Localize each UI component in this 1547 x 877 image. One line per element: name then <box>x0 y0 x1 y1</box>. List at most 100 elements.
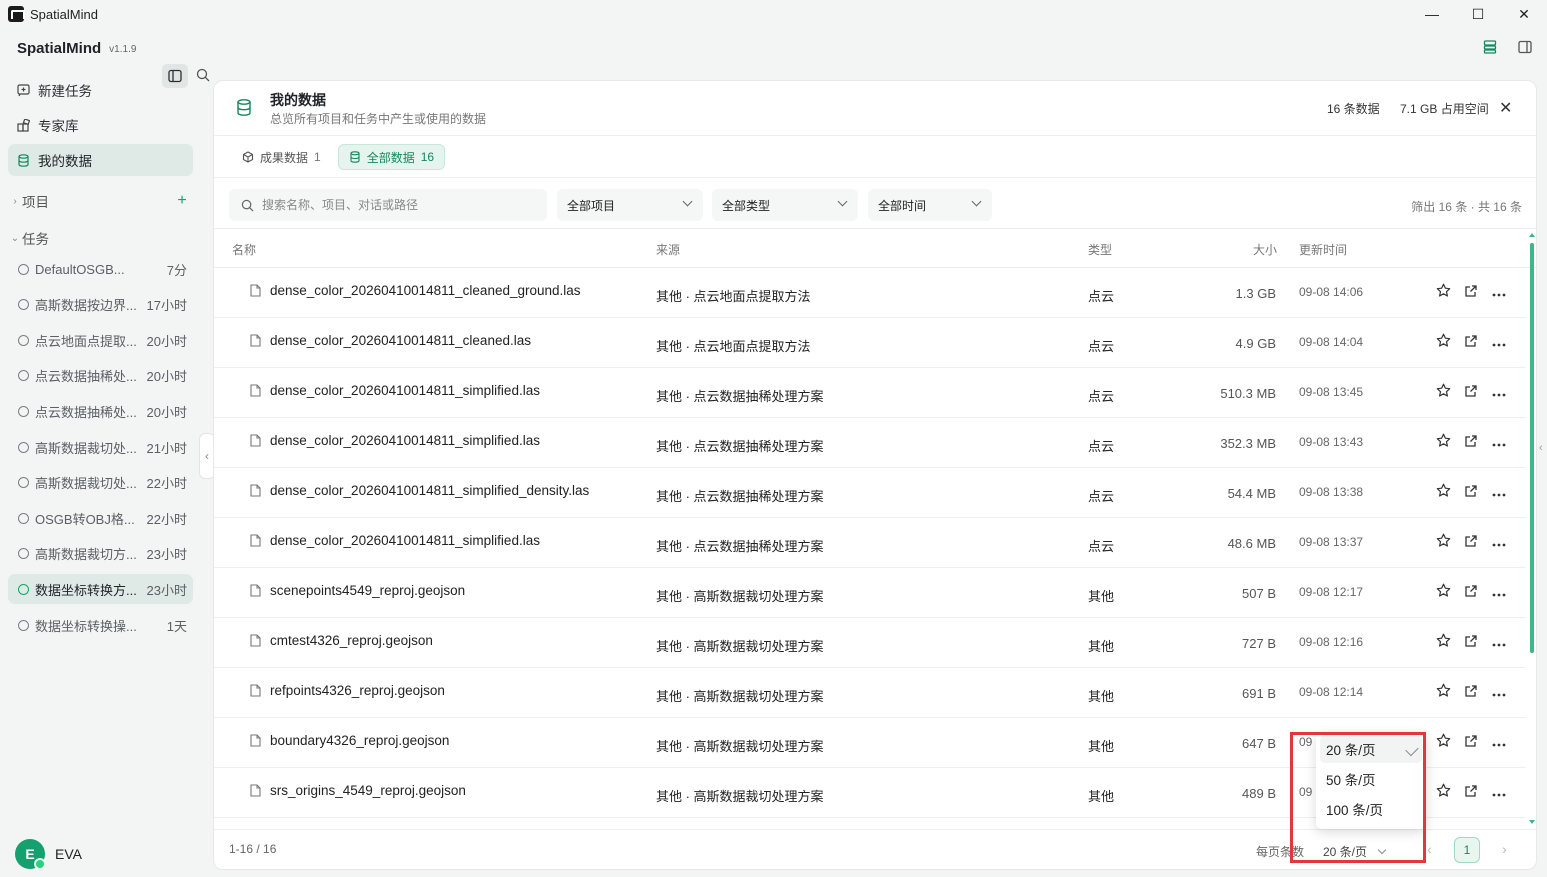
maximize-button[interactable]: ☐ <box>1455 0 1501 28</box>
more-button[interactable] <box>1490 333 1508 351</box>
time-filter-select[interactable]: 全部时间 <box>868 189 992 221</box>
next-page-button[interactable]: › <box>1502 841 1507 857</box>
more-button[interactable] <box>1490 283 1508 301</box>
page-number-button[interactable]: 1 <box>1454 837 1480 863</box>
more-button[interactable] <box>1490 583 1508 601</box>
table-row[interactable]: refpoints4326_reproj.geojson 其他 · 高斯数据裁切处… <box>214 668 1526 718</box>
file-name[interactable]: dense_color_20260410014811_simplified.la… <box>270 433 540 448</box>
column-name[interactable]: 名称 <box>232 241 256 258</box>
more-button[interactable] <box>1490 783 1508 801</box>
open-button[interactable] <box>1462 533 1480 551</box>
task-item[interactable]: 点云数据抽稀处... 20小时 <box>8 361 193 391</box>
task-item[interactable]: OSGB转OBJ格... 22小时 <box>8 503 193 533</box>
table-row[interactable]: dense_color_20260410014811_simplified.la… <box>214 418 1526 468</box>
scroll-thumb[interactable] <box>1530 243 1534 653</box>
task-item[interactable]: 数据坐标转换方... 23小时 <box>8 574 193 605</box>
close-window-button[interactable]: ✕ <box>1501 0 1547 28</box>
file-name[interactable]: dense_color_20260410014811_cleaned.las <box>270 333 531 348</box>
task-item[interactable]: 点云数据抽稀处... 20小时 <box>8 396 193 426</box>
favorite-button[interactable] <box>1434 683 1452 701</box>
file-type: 其他 <box>1088 689 1115 704</box>
favorite-button[interactable] <box>1434 633 1452 651</box>
table-scrollbar[interactable] <box>1529 233 1535 824</box>
file-name[interactable]: scenepoints4549_reproj.geojson <box>270 583 465 598</box>
task-item[interactable]: 点云地面点提取... 20小时 <box>8 325 193 355</box>
open-button[interactable] <box>1462 633 1480 651</box>
open-button[interactable] <box>1462 583 1480 601</box>
favorite-button[interactable] <box>1434 433 1452 451</box>
file-name[interactable]: dense_color_20260410014811_simplified.la… <box>270 383 540 398</box>
file-name[interactable]: boundary4326_reproj.geojson <box>270 733 449 748</box>
table-row[interactable]: dense_color_20260410014811_cleaned.las 其他… <box>214 318 1526 368</box>
open-button[interactable] <box>1462 483 1480 501</box>
table-row[interactable]: dense_color_20260410014811_simplified.la… <box>214 368 1526 418</box>
tab-label: 成果数据 <box>260 150 309 165</box>
right-panel-toggle-button[interactable] <box>1518 40 1532 57</box>
type-filter-select[interactable]: 全部类型 <box>712 189 858 221</box>
scroll-up-arrow[interactable] <box>1529 233 1535 237</box>
sidebar-search-button[interactable] <box>196 68 210 85</box>
open-button[interactable] <box>1462 733 1480 751</box>
more-button[interactable] <box>1490 483 1508 501</box>
open-button[interactable] <box>1462 283 1480 301</box>
file-name[interactable]: dense_color_20260410014811_simplified_de… <box>270 483 589 498</box>
file-name[interactable]: dense_color_20260410014811_simplified.la… <box>270 533 540 548</box>
favorite-button[interactable] <box>1434 383 1452 401</box>
more-button[interactable] <box>1490 683 1508 701</box>
file-name[interactable]: dense_color_20260410014811_cleaned_groun… <box>270 283 581 298</box>
open-button[interactable] <box>1462 783 1480 801</box>
task-item[interactable]: 高斯数据裁切方... 23小时 <box>8 539 193 569</box>
scroll-down-arrow[interactable] <box>1529 820 1535 824</box>
favorite-button[interactable] <box>1434 583 1452 601</box>
task-item[interactable]: DefaultOSGB... 7分 <box>8 254 193 284</box>
search-input[interactable] <box>262 198 532 212</box>
table-row[interactable]: dense_color_20260410014811_simplified_de… <box>214 468 1526 518</box>
tasks-section[interactable]: ⌄ 任务 <box>8 227 193 249</box>
open-button[interactable] <box>1462 683 1480 701</box>
table-row[interactable]: dense_color_20260410014811_cleaned_groun… <box>214 268 1526 318</box>
column-size[interactable]: 大小 <box>1253 241 1277 258</box>
favorite-button[interactable] <box>1434 333 1452 351</box>
table-row[interactable]: cmtest4326_reproj.geojson 其他 · 高斯数据裁切处理方案… <box>214 618 1526 668</box>
task-item[interactable]: 高斯数据裁切处... 22小时 <box>8 468 193 498</box>
more-button[interactable] <box>1490 633 1508 651</box>
favorite-button[interactable] <box>1434 733 1452 751</box>
add-project-button[interactable]: + <box>173 192 191 210</box>
file-icon <box>250 684 261 700</box>
tab-result-data[interactable]: 成果数据 1 <box>231 144 332 170</box>
nav-my-data[interactable]: 我的数据 <box>8 144 193 176</box>
more-button[interactable] <box>1490 733 1508 751</box>
more-button[interactable] <box>1490 383 1508 401</box>
data-panel-button[interactable] <box>1483 40 1497 57</box>
file-name[interactable]: cmtest4326_reproj.geojson <box>270 633 433 648</box>
task-item[interactable]: 高斯数据裁切处... 21小时 <box>8 432 193 462</box>
column-source[interactable]: 来源 <box>656 241 680 258</box>
table-row[interactable]: dense_color_20260410014811_simplified.la… <box>214 518 1526 568</box>
open-button[interactable] <box>1462 383 1480 401</box>
nav-expert-library[interactable]: 专家库 <box>8 109 193 141</box>
file-name[interactable]: srs_origins_4549_reproj.geojson <box>270 783 466 798</box>
column-type[interactable]: 类型 <box>1088 241 1112 258</box>
user-profile[interactable]: E EVA <box>15 839 82 870</box>
open-button[interactable] <box>1462 433 1480 451</box>
projects-section[interactable]: › 项目 + <box>8 190 193 212</box>
more-button[interactable] <box>1490 433 1508 451</box>
table-row[interactable]: scenepoints4549_reproj.geojson 其他 · 高斯数据裁… <box>214 568 1526 618</box>
task-item[interactable]: 高斯数据按边界... 17小时 <box>8 290 193 320</box>
right-panel-handle[interactable]: ‹ <box>1539 442 1543 454</box>
favorite-button[interactable] <box>1434 533 1452 551</box>
task-item[interactable]: 数据坐标转换操... 1天 <box>8 610 193 640</box>
close-panel-button[interactable]: ✕ <box>1499 98 1512 118</box>
favorite-button[interactable] <box>1434 283 1452 301</box>
column-updated[interactable]: 更新时间 <box>1299 241 1347 258</box>
favorite-button[interactable] <box>1434 783 1452 801</box>
project-filter-select[interactable]: 全部项目 <box>557 189 703 221</box>
nav-new-task[interactable]: 新建任务 <box>8 74 193 106</box>
prev-page-button[interactable]: ‹ <box>1427 841 1432 857</box>
more-button[interactable] <box>1490 533 1508 551</box>
file-name[interactable]: refpoints4326_reproj.geojson <box>270 683 445 698</box>
minimize-button[interactable]: — <box>1409 0 1455 28</box>
tab-all-data[interactable]: 全部数据 16 <box>337 144 446 170</box>
favorite-button[interactable] <box>1434 483 1452 501</box>
open-button[interactable] <box>1462 333 1480 351</box>
